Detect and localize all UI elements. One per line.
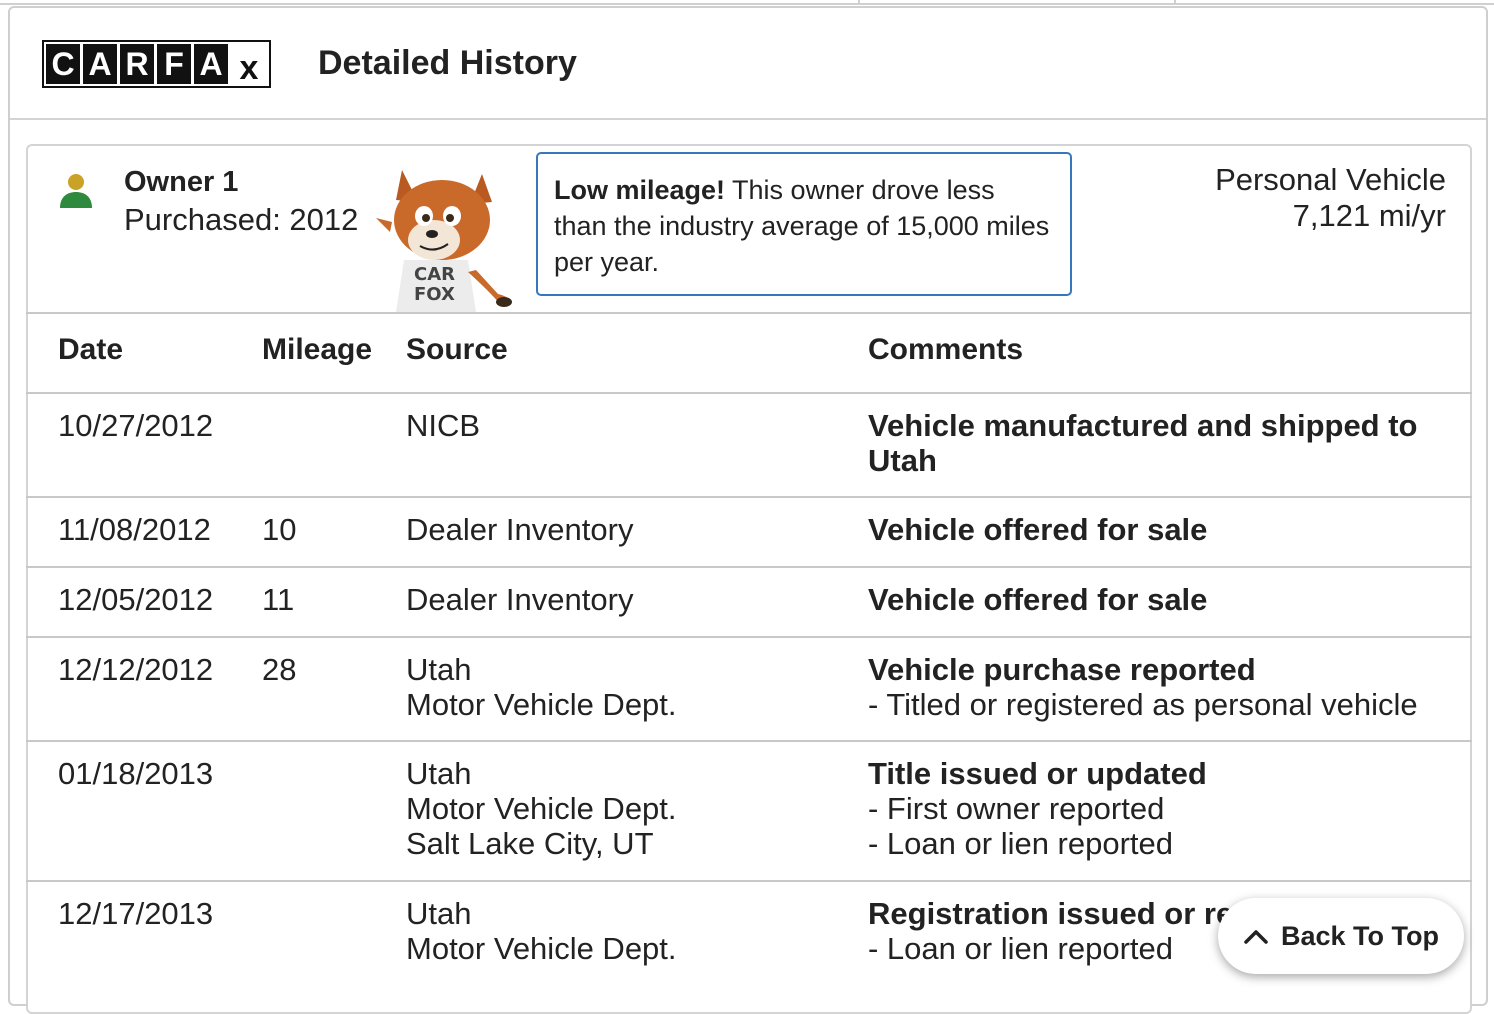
- person-icon: [60, 174, 92, 208]
- logo-letter: x: [231, 44, 267, 87]
- owner-purchased: Purchased: 2012: [124, 202, 359, 237]
- source-line: Utah: [406, 652, 472, 687]
- source-line: Motor Vehicle Dept.: [406, 791, 677, 826]
- comment-detail: - Loan or lien reported: [868, 826, 1174, 861]
- logo-letter: R: [120, 44, 154, 84]
- column-header-date: Date: [58, 333, 124, 366]
- mascot-shirt-text: FOX: [414, 284, 455, 305]
- row-comments: Vehicle offered for sale: [868, 582, 1448, 617]
- column-header-comments: Comments: [868, 333, 1024, 366]
- logo-letter: A: [194, 44, 228, 84]
- source-line: Dealer Inventory: [406, 512, 634, 547]
- row-comments: Vehicle purchase reported - Titled or re…: [868, 652, 1448, 722]
- row-source: Utah Motor Vehicle Dept.: [406, 896, 866, 966]
- back-to-top-button[interactable]: Back To Top: [1218, 898, 1464, 974]
- logo-letter: C: [46, 44, 80, 84]
- history-table: Date Mileage Source Comments 10/27/2012 …: [26, 312, 1472, 992]
- row-date: 01/18/2013: [58, 756, 214, 791]
- top-tab-strip: [0, 0, 1494, 5]
- row-date: 11/08/2012: [58, 512, 211, 547]
- row-date: 12/17/2013: [58, 896, 214, 931]
- logo-letter: F: [157, 44, 191, 84]
- comment-title: Vehicle manufactured and shipped to Utah: [868, 408, 1418, 478]
- row-source: Dealer Inventory: [406, 512, 866, 547]
- callout-highlight: Low mileage!: [554, 175, 726, 205]
- comment-title: Vehicle purchase reported: [868, 652, 1256, 687]
- row-source: Dealer Inventory: [406, 582, 866, 617]
- chevron-up-icon: [1244, 930, 1268, 944]
- detailed-history-card: C A R F A x Detailed History Owner 1 Pur…: [8, 6, 1488, 1014]
- source-line: NICB: [406, 408, 481, 443]
- row-source: Utah Motor Vehicle Dept.: [406, 652, 866, 722]
- source-line: Utah: [406, 756, 472, 791]
- vehicle-type: Personal Vehicle: [1215, 162, 1446, 197]
- row-date: 12/05/2012: [58, 582, 214, 617]
- table-row: 12/12/2012 28 Utah Motor Vehicle Dept. V…: [26, 638, 1472, 742]
- miles-per-year: 7,121 mi/yr: [1292, 198, 1446, 233]
- carfox-mascot-image: CAR FOX: [376, 170, 512, 312]
- source-line: Utah: [406, 896, 472, 931]
- row-source: NICB: [406, 408, 866, 443]
- row-comments: Title issued or updated - First owner re…: [868, 756, 1448, 861]
- row-source: Utah Motor Vehicle Dept. Salt Lake City,…: [406, 756, 866, 861]
- comment-title: Title issued or updated: [868, 756, 1207, 791]
- back-to-top-label: Back To Top: [1280, 920, 1439, 951]
- comment-title: Vehicle offered for sale: [868, 512, 1208, 547]
- row-date: 10/27/2012: [58, 408, 214, 443]
- table-row: 10/27/2012 NICB Vehicle manufactured and…: [26, 394, 1472, 498]
- row-mileage: 28: [262, 652, 297, 687]
- comment-detail: - First owner reported: [868, 791, 1165, 826]
- row-mileage: 10: [262, 512, 297, 547]
- source-line: Motor Vehicle Dept.: [406, 687, 677, 722]
- column-header-mileage: Mileage: [262, 333, 373, 366]
- mascot-shirt-text: CAR: [414, 264, 455, 285]
- owner-name: Owner 1: [124, 166, 239, 198]
- row-comments: Vehicle manufactured and shipped to Utah: [868, 408, 1448, 478]
- low-mileage-callout: Low mileage! This owner drove less than …: [536, 152, 1072, 296]
- row-comments: Vehicle offered for sale: [868, 512, 1448, 547]
- source-line: Motor Vehicle Dept.: [406, 931, 677, 966]
- table-row: 12/05/2012 11 Dealer Inventory Vehicle o…: [26, 568, 1472, 638]
- source-line: Dealer Inventory: [406, 582, 634, 617]
- table-row: 11/08/2012 10 Dealer Inventory Vehicle o…: [26, 498, 1472, 568]
- page-title: Detailed History: [318, 44, 577, 82]
- row-date: 12/12/2012: [58, 652, 214, 687]
- carfax-logo: C A R F A x: [42, 40, 271, 88]
- comment-title: Vehicle offered for sale: [868, 582, 1208, 617]
- tab-divider: [1174, 0, 1184, 4]
- logo-letter: A: [83, 44, 117, 84]
- table-row: 01/18/2013 Utah Motor Vehicle Dept. Salt…: [26, 742, 1472, 882]
- tab-divider: [858, 0, 1174, 4]
- table-header-row: Date Mileage Source Comments: [26, 314, 1472, 394]
- column-header-source: Source: [406, 333, 508, 366]
- comment-detail: - Titled or registered as personal vehic…: [868, 687, 1418, 722]
- card-header: C A R F A x Detailed History: [10, 8, 1486, 120]
- owner-summary: Owner 1 Purchased: 2012 CAR FOX Low mile…: [28, 146, 1470, 312]
- source-line: Salt Lake City, UT: [406, 826, 654, 861]
- row-mileage: 11: [262, 582, 295, 617]
- owner-section: Owner 1 Purchased: 2012 CAR FOX Low mile…: [26, 144, 1472, 1014]
